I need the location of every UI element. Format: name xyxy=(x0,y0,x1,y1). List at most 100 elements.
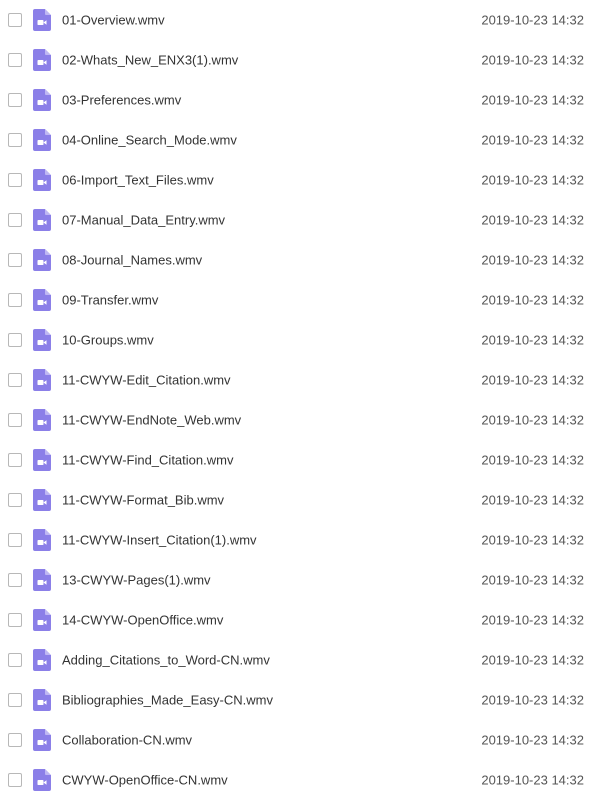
file-date: 2019-10-23 14:32 xyxy=(481,652,584,668)
file-name[interactable]: 13-CWYW-Pages(1).wmv xyxy=(62,573,211,588)
file-row[interactable]: Bibliographies_Made_Easy-CN.wmv 2019-10-… xyxy=(0,680,595,720)
file-row[interactable]: CWYW-OpenOffice-CN.wmv 2019-10-23 14:32 xyxy=(0,760,595,800)
row-checkbox[interactable] xyxy=(8,453,22,467)
file-date: 2019-10-23 14:32 xyxy=(481,292,584,308)
file-date: 2019-10-23 14:32 xyxy=(481,772,584,788)
video-file-icon xyxy=(33,209,51,231)
row-checkbox[interactable] xyxy=(8,733,22,747)
row-checkbox[interactable] xyxy=(8,493,22,507)
row-checkbox[interactable] xyxy=(8,533,22,547)
file-row[interactable]: 03-Preferences.wmv 2019-10-23 14:32 xyxy=(0,80,595,120)
video-file-icon xyxy=(33,329,51,351)
row-checkbox[interactable] xyxy=(8,13,22,27)
video-file-icon xyxy=(33,689,51,711)
file-row[interactable]: 13-CWYW-Pages(1).wmv 2019-10-23 14:32 xyxy=(0,560,595,600)
video-file-icon xyxy=(33,609,51,631)
file-name[interactable]: 01-Overview.wmv xyxy=(62,13,165,28)
file-row[interactable]: Collaboration-CN.wmv 2019-10-23 14:32 xyxy=(0,720,595,760)
file-name[interactable]: 03-Preferences.wmv xyxy=(62,93,181,108)
file-name[interactable]: 04-Online_Search_Mode.wmv xyxy=(62,133,237,148)
file-date: 2019-10-23 14:32 xyxy=(481,252,584,268)
video-file-icon xyxy=(33,249,51,271)
file-row[interactable]: 07-Manual_Data_Entry.wmv 2019-10-23 14:3… xyxy=(0,200,595,240)
video-file-icon xyxy=(33,49,51,71)
video-file-icon xyxy=(33,569,51,591)
file-row[interactable]: 02-Whats_New_ENX3(1).wmv 2019-10-23 14:3… xyxy=(0,40,595,80)
file-date: 2019-10-23 14:32 xyxy=(481,372,584,388)
row-checkbox[interactable] xyxy=(8,653,22,667)
file-row[interactable]: 09-Transfer.wmv 2019-10-23 14:32 xyxy=(0,280,595,320)
row-checkbox[interactable] xyxy=(8,573,22,587)
video-file-icon xyxy=(33,449,51,471)
video-file-icon xyxy=(33,649,51,671)
file-name[interactable]: Bibliographies_Made_Easy-CN.wmv xyxy=(62,693,273,708)
file-row[interactable]: 14-CWYW-OpenOffice.wmv 2019-10-23 14:32 xyxy=(0,600,595,640)
row-checkbox[interactable] xyxy=(8,773,22,787)
file-date: 2019-10-23 14:32 xyxy=(481,532,584,548)
row-checkbox[interactable] xyxy=(8,293,22,307)
file-name[interactable]: 07-Manual_Data_Entry.wmv xyxy=(62,213,225,228)
file-row[interactable]: 01-Overview.wmv 2019-10-23 14:32 xyxy=(0,0,595,40)
file-name[interactable]: CWYW-OpenOffice-CN.wmv xyxy=(62,773,228,788)
file-name[interactable]: 11-CWYW-Find_Citation.wmv xyxy=(62,453,233,468)
row-checkbox[interactable] xyxy=(8,693,22,707)
row-checkbox[interactable] xyxy=(8,53,22,67)
file-name[interactable]: 06-Import_Text_Files.wmv xyxy=(62,173,214,188)
file-date: 2019-10-23 14:32 xyxy=(481,332,584,348)
video-file-icon xyxy=(33,129,51,151)
file-date: 2019-10-23 14:32 xyxy=(481,412,584,428)
file-row[interactable]: 11-CWYW-Format_Bib.wmv 2019-10-23 14:32 xyxy=(0,480,595,520)
file-date: 2019-10-23 14:32 xyxy=(481,92,584,108)
file-row[interactable]: 06-Import_Text_Files.wmv 2019-10-23 14:3… xyxy=(0,160,595,200)
file-name[interactable]: 14-CWYW-OpenOffice.wmv xyxy=(62,613,223,628)
file-date: 2019-10-23 14:32 xyxy=(481,732,584,748)
file-row[interactable]: 10-Groups.wmv 2019-10-23 14:32 xyxy=(0,320,595,360)
row-checkbox[interactable] xyxy=(8,613,22,627)
file-row[interactable]: 11-CWYW-Find_Citation.wmv 2019-10-23 14:… xyxy=(0,440,595,480)
file-name[interactable]: 09-Transfer.wmv xyxy=(62,293,158,308)
file-name[interactable]: 02-Whats_New_ENX3(1).wmv xyxy=(62,53,238,68)
row-checkbox[interactable] xyxy=(8,333,22,347)
file-date: 2019-10-23 14:32 xyxy=(481,52,584,68)
file-date: 2019-10-23 14:32 xyxy=(481,452,584,468)
file-date: 2019-10-23 14:32 xyxy=(481,172,584,188)
video-file-icon xyxy=(33,369,51,391)
file-row[interactable]: 11-CWYW-Insert_Citation(1).wmv 2019-10-2… xyxy=(0,520,595,560)
file-date: 2019-10-23 14:32 xyxy=(481,612,584,628)
file-name[interactable]: 11-CWYW-Format_Bib.wmv xyxy=(62,493,224,508)
video-file-icon xyxy=(33,729,51,751)
video-file-icon xyxy=(33,769,51,791)
row-checkbox[interactable] xyxy=(8,373,22,387)
file-row[interactable]: Adding_Citations_to_Word-CN.wmv 2019-10-… xyxy=(0,640,595,680)
row-checkbox[interactable] xyxy=(8,93,22,107)
file-date: 2019-10-23 14:32 xyxy=(481,12,584,28)
file-row[interactable]: 08-Journal_Names.wmv 2019-10-23 14:32 xyxy=(0,240,595,280)
file-name[interactable]: Collaboration-CN.wmv xyxy=(62,733,192,748)
file-name[interactable]: 08-Journal_Names.wmv xyxy=(62,253,202,268)
file-name[interactable]: Adding_Citations_to_Word-CN.wmv xyxy=(62,653,270,668)
file-date: 2019-10-23 14:32 xyxy=(481,212,584,228)
row-checkbox[interactable] xyxy=(8,133,22,147)
file-name[interactable]: 11-CWYW-EndNote_Web.wmv xyxy=(62,413,241,428)
row-checkbox[interactable] xyxy=(8,173,22,187)
video-file-icon xyxy=(33,489,51,511)
video-file-icon xyxy=(33,9,51,31)
row-checkbox[interactable] xyxy=(8,413,22,427)
file-row[interactable]: 11-CWYW-Edit_Citation.wmv 2019-10-23 14:… xyxy=(0,360,595,400)
file-date: 2019-10-23 14:32 xyxy=(481,492,584,508)
video-file-icon xyxy=(33,169,51,191)
file-date: 2019-10-23 14:32 xyxy=(481,572,584,588)
row-checkbox[interactable] xyxy=(8,213,22,227)
video-file-icon xyxy=(33,529,51,551)
file-date: 2019-10-23 14:32 xyxy=(481,692,584,708)
file-date: 2019-10-23 14:32 xyxy=(481,132,584,148)
video-file-icon xyxy=(33,289,51,311)
row-checkbox[interactable] xyxy=(8,253,22,267)
file-row[interactable]: 04-Online_Search_Mode.wmv 2019-10-23 14:… xyxy=(0,120,595,160)
file-row[interactable]: 11-CWYW-EndNote_Web.wmv 2019-10-23 14:32 xyxy=(0,400,595,440)
file-name[interactable]: 11-CWYW-Edit_Citation.wmv xyxy=(62,373,231,388)
file-name[interactable]: 11-CWYW-Insert_Citation(1).wmv xyxy=(62,533,257,548)
file-list: 01-Overview.wmv 2019-10-23 14:32 02-What… xyxy=(0,0,595,800)
file-name[interactable]: 10-Groups.wmv xyxy=(62,333,154,348)
video-file-icon xyxy=(33,409,51,431)
